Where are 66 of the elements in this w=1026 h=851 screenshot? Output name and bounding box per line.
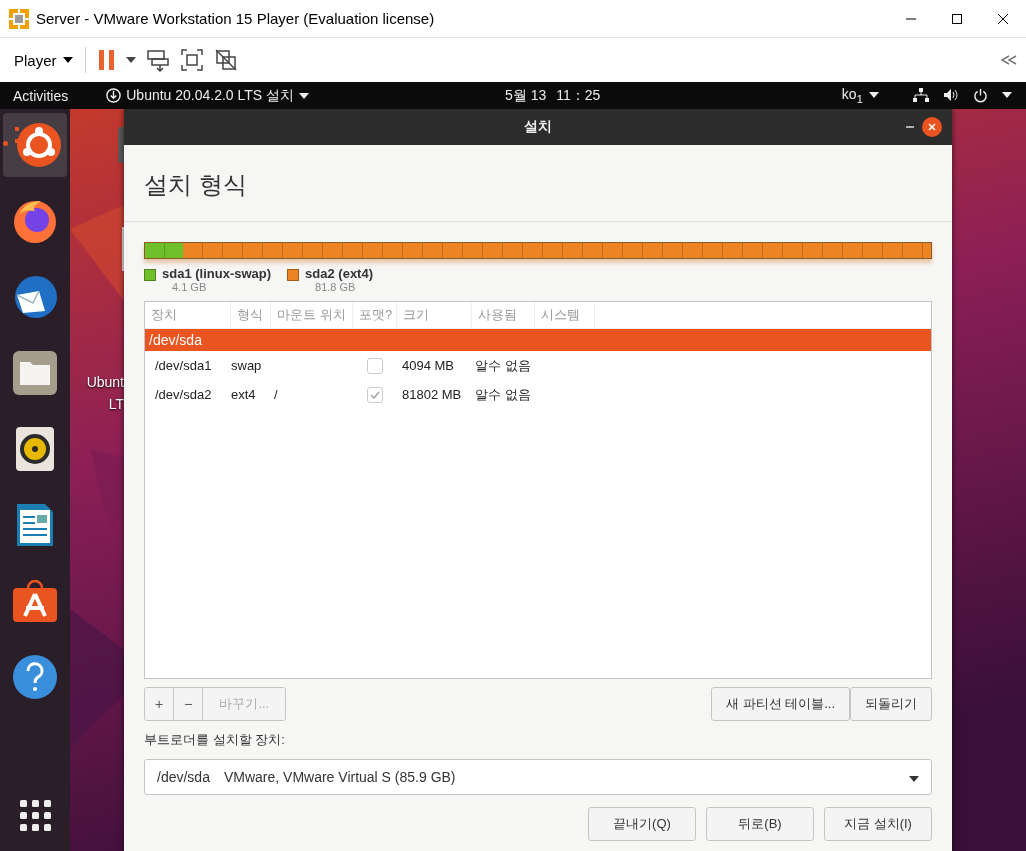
player-menu[interactable]: Player bbox=[14, 51, 73, 69]
close-icon bbox=[997, 12, 1009, 25]
quit-button[interactable]: 끝내기(Q) bbox=[588, 807, 696, 841]
speaker-icon bbox=[15, 426, 55, 472]
caret-icon bbox=[1002, 92, 1012, 99]
bootloader-label: 부트로더를 설치할 장치: bbox=[144, 731, 286, 749]
close-button[interactable] bbox=[922, 117, 942, 137]
shopping-bag-icon bbox=[12, 578, 58, 624]
table-cell-text: 81802 MB bbox=[401, 387, 462, 402]
format-checkbox[interactable] bbox=[367, 357, 383, 374]
caret-icon bbox=[62, 57, 73, 63]
dock-item[interactable] bbox=[3, 113, 67, 177]
desktop-icon-label[interactable]: LT bbox=[108, 396, 124, 412]
back-button[interactable]: 뒤로(B) bbox=[706, 807, 814, 841]
table-cell-text: /dev/sda2 bbox=[154, 387, 212, 402]
revert-button[interactable]: 되돌리기 bbox=[850, 687, 932, 721]
table-row[interactable]: /dev/sda2 ext4 / 81802 MB 알수 없음 bbox=[145, 380, 931, 409]
check-icon bbox=[370, 390, 380, 399]
app-logo-icon bbox=[8, 7, 30, 30]
maximize-icon bbox=[951, 12, 963, 25]
table-cell-text: 4094 MB bbox=[401, 358, 455, 373]
send-keys-icon[interactable] bbox=[145, 48, 170, 72]
fullscreen-icon[interactable] bbox=[179, 48, 204, 72]
table-cell-text: /dev/sda1 bbox=[154, 358, 212, 373]
caret-icon bbox=[299, 92, 310, 99]
volume-icon[interactable] bbox=[943, 88, 959, 103]
table-row[interactable]: /dev/sda1 swap 4094 MB 알수 없음 bbox=[145, 351, 931, 380]
app-menu[interactable]: Ubuntu 20.04.2.0 LTS 설치 bbox=[126, 86, 295, 105]
install-button[interactable]: 지금 설치(I) bbox=[824, 807, 932, 841]
unity-icon[interactable] bbox=[213, 48, 238, 72]
caret-icon bbox=[869, 92, 879, 99]
clock-text[interactable]: 11：25 bbox=[556, 86, 601, 105]
document-icon bbox=[15, 502, 55, 548]
add-button[interactable]: + bbox=[145, 688, 175, 720]
table-cell-text: swap bbox=[230, 358, 262, 373]
format-checkbox[interactable] bbox=[367, 386, 383, 403]
partition-name: sda1 (linux-swap) bbox=[162, 266, 272, 281]
dialog-title: 설치 bbox=[524, 118, 552, 136]
close-icon bbox=[928, 123, 936, 131]
collapse-icon[interactable] bbox=[1000, 54, 1018, 66]
desktop-icon-label[interactable]: Ubunt bbox=[86, 374, 124, 390]
caret-icon bbox=[909, 776, 919, 782]
partition-name: sda2 (ext4) bbox=[305, 266, 373, 281]
help-icon bbox=[12, 654, 58, 700]
page-heading: 설치 형식 bbox=[124, 145, 952, 222]
network-icon[interactable] bbox=[913, 88, 929, 103]
caret-icon bbox=[125, 57, 136, 63]
pause-dropdown[interactable] bbox=[125, 57, 136, 63]
new-table-button[interactable]: 새 파티션 테이블... bbox=[710, 687, 850, 721]
power-icon[interactable] bbox=[973, 88, 988, 103]
activities-button[interactable]: Activities bbox=[13, 87, 69, 104]
table-cell-text: / bbox=[273, 387, 278, 402]
table-cell-text: 알수 없음 bbox=[474, 385, 531, 404]
pause-button[interactable] bbox=[97, 49, 116, 71]
partition-size: 4.1 GB bbox=[172, 281, 208, 293]
bootloader-dropdown[interactable]: /dev/sda VMware, VMware Virtual S (85.9 GB) bbox=[144, 759, 932, 795]
download-icon bbox=[106, 88, 122, 103]
table-row[interactable]: /dev/sda bbox=[145, 329, 931, 351]
folder-icon bbox=[12, 350, 58, 396]
date-text[interactable]: 5월 13 bbox=[505, 86, 547, 105]
window-title: Server - VMware Workstation 15 Player (Evaluation license) bbox=[36, 10, 436, 27]
table-cell-text: 알수 없음 bbox=[474, 356, 531, 375]
partition-size: 81.8 GB bbox=[315, 281, 357, 293]
input-method-indicator[interactable]: ko$_{1}$ bbox=[841, 86, 863, 105]
table-cell-text: ext4 bbox=[230, 387, 256, 402]
minimize-icon bbox=[906, 126, 914, 128]
